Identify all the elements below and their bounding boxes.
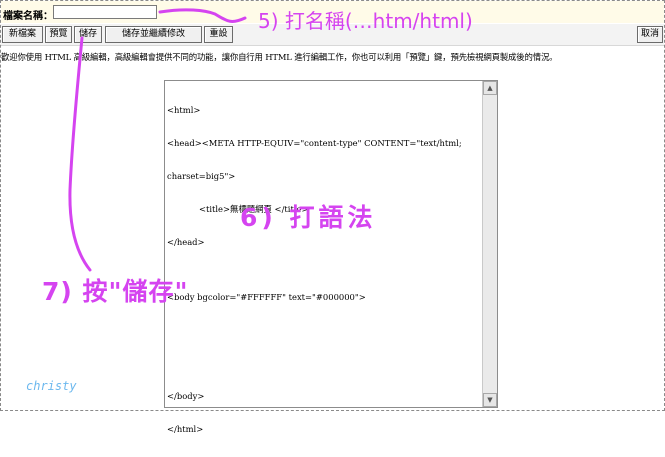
html-code: <html> <head><META HTTP-EQUIV="content-t…	[167, 83, 477, 457]
code-line: <head><META HTTP-EQUIV="content-type" CO…	[167, 138, 462, 148]
code-line: <body bgcolor="#FFFFFF" text="#000000">	[167, 292, 366, 302]
code-line: </head>	[167, 237, 205, 247]
scroll-down-arrow-icon[interactable]: ▼	[483, 393, 497, 407]
code-line: </html>	[167, 424, 204, 434]
code-line: </body>	[167, 391, 205, 401]
save-and-continue-button[interactable]: 儲存並繼續修改	[105, 26, 202, 43]
html-editor-textarea[interactable]: <html> <head><META HTTP-EQUIV="content-t…	[164, 80, 498, 434]
step7-annotation: 7) 按"儲存"	[42, 277, 189, 306]
new-file-button[interactable]: 新檔案	[2, 26, 43, 43]
step5-annotation: 5) 打名稱(…htm/html)	[258, 9, 473, 33]
intro-text: 歡迎你使用 HTML 高級編輯，高級編輯會提供不同的功能，讓你自行用 HTML …	[1, 52, 558, 62]
file-name-input[interactable]	[53, 5, 157, 19]
reset-button[interactable]: 重設	[204, 26, 233, 43]
christy-watermark: christy	[26, 379, 77, 393]
editor-scrollbar[interactable]: ▲ ▼	[482, 81, 497, 407]
scroll-up-arrow-icon[interactable]: ▲	[483, 81, 497, 95]
save-button[interactable]: 儲存	[74, 26, 102, 43]
cancel-button[interactable]: 取消	[637, 26, 663, 43]
step6-annotation: 6) 打語法	[240, 203, 377, 232]
code-line: <html>	[167, 105, 201, 115]
preview-button[interactable]: 預覽	[45, 26, 72, 43]
file-name-label: 檔案名稱：	[3, 11, 53, 22]
code-line: charset=big5">	[167, 171, 236, 181]
